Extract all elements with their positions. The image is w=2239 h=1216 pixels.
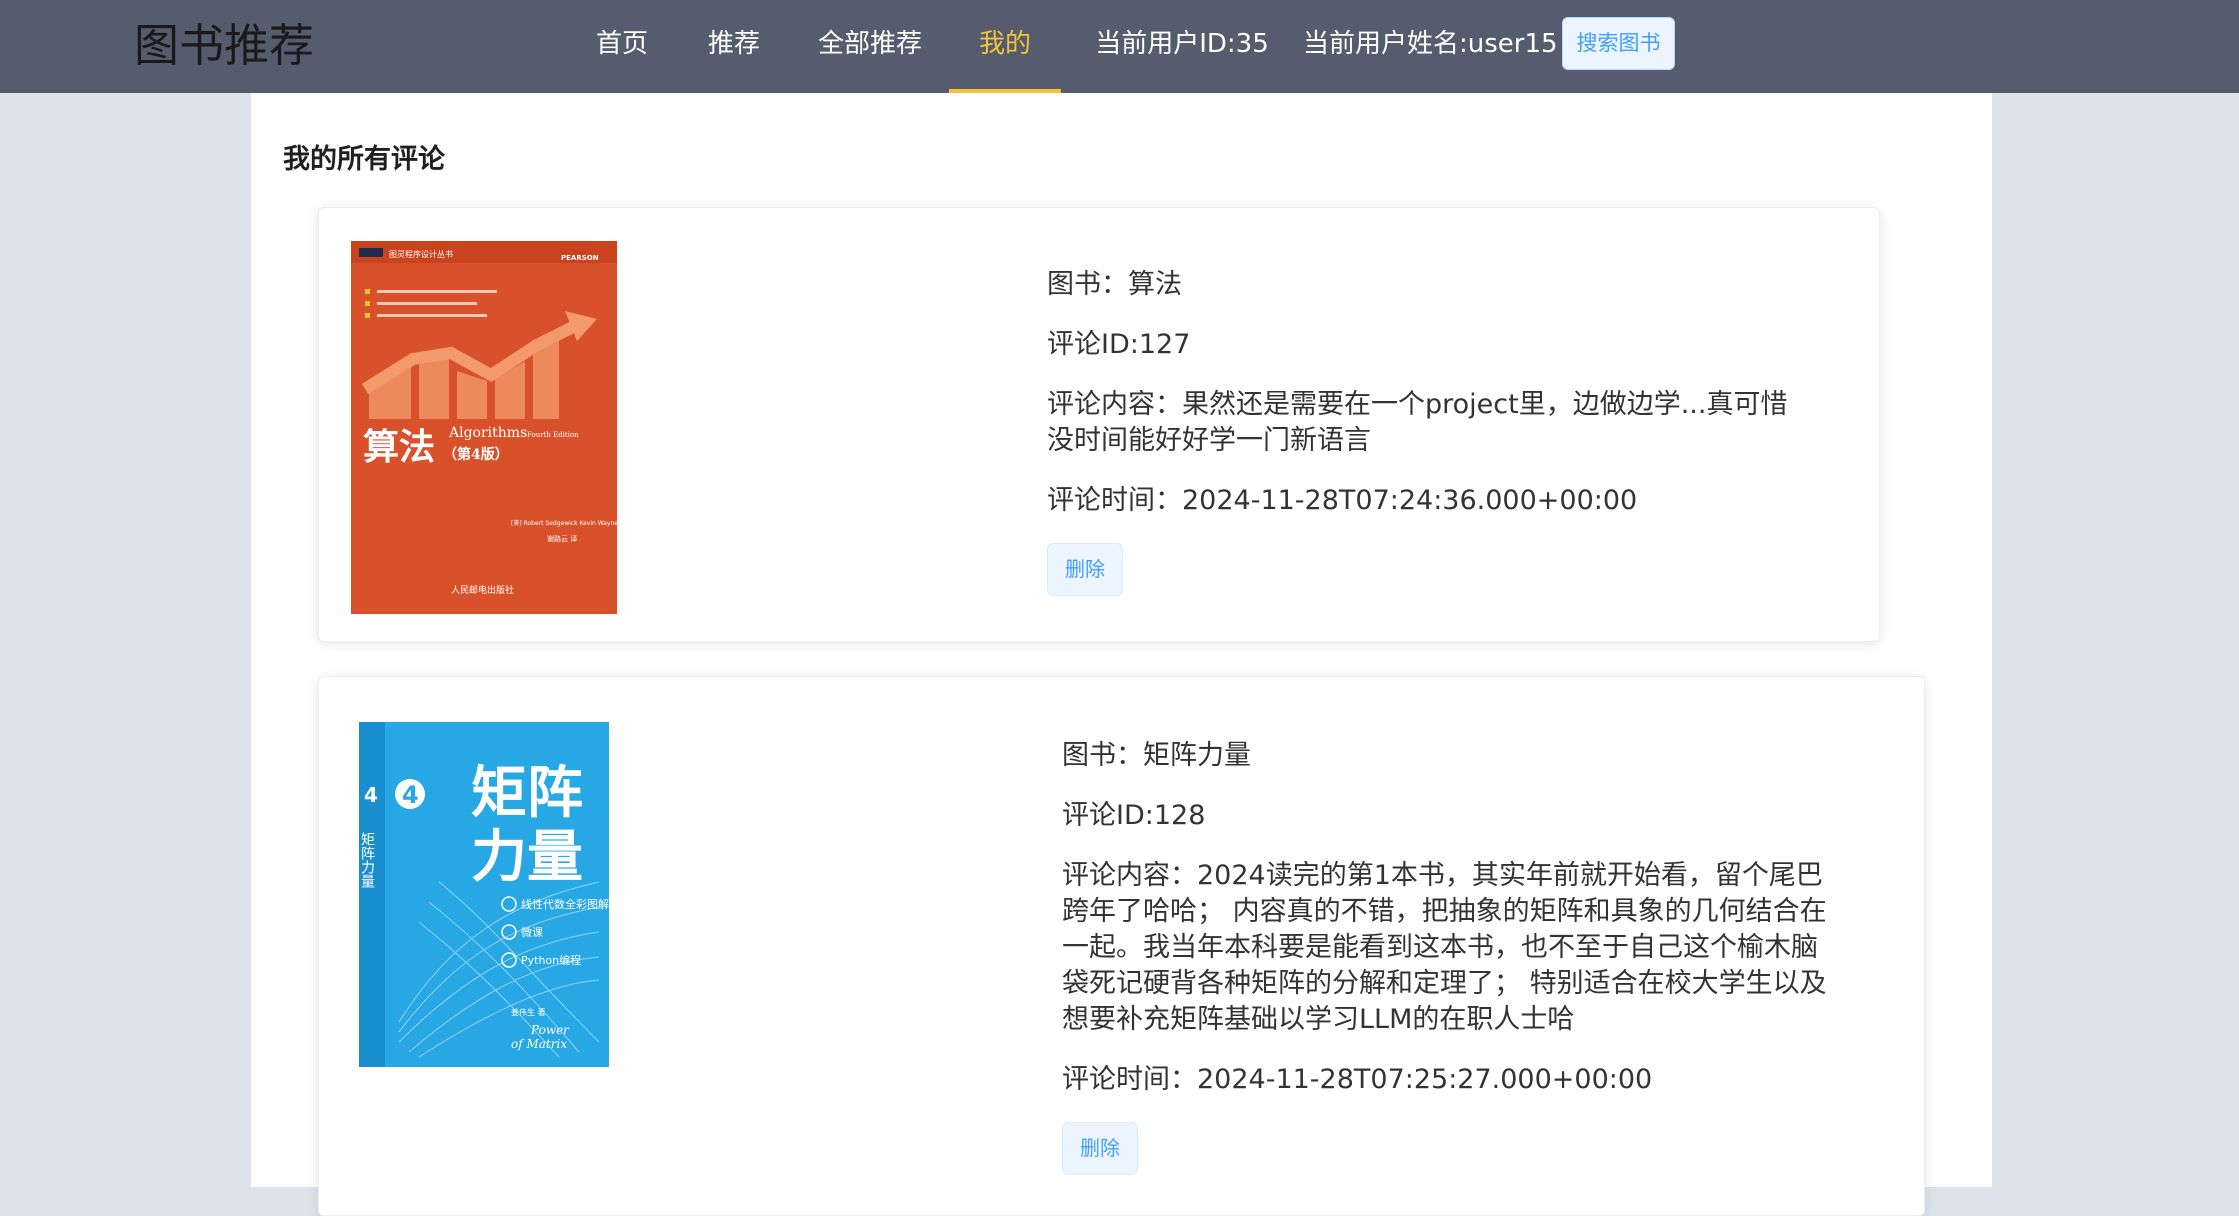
cover-number: 4 [402, 781, 419, 809]
cover-series: 图灵程序设计丛书 [389, 249, 453, 259]
nav-mine[interactable]: 我的 [949, 0, 1061, 93]
cover-title: 算法 [363, 426, 435, 468]
nav-current-user-name[interactable]: 当前用户姓名:user15 [1303, 0, 1558, 93]
cover-authors: [美] Robert Sedgewick Kevin Wayne 著 [511, 519, 617, 527]
brand-title: 图书推荐 [134, 19, 315, 72]
book-cover-power-of-matrix: 4 矩阵力量 4 矩阵 力量 线性代数全彩图解 微课 Python编程 姜伟生 … [359, 722, 609, 1067]
cover-subtitle: Algorithms [448, 425, 527, 441]
cover-feature-1: 线性代数全彩图解 [521, 897, 609, 911]
review-time: 评论时间：2024-11-28T07:24:36.000+00:00 [1047, 485, 1638, 516]
cover-title-line2: 力量 [471, 825, 583, 890]
search-books-button[interactable]: 搜索图书 [1562, 17, 1675, 70]
review-content: 评论内容：果然还是需要在一个project里，边做边学...真可惜没时间能好好学… [1047, 389, 1788, 456]
cover-publisher: 人民邮电出版社 [451, 584, 514, 596]
cover-en-line1: Power [530, 1023, 570, 1037]
delete-review-button[interactable]: 删除 [1062, 1122, 1138, 1175]
nav-home[interactable]: 首页 [580, 0, 664, 93]
review-book-title: 图书：算法 [1047, 269, 1182, 300]
cover-author: 姜伟生 著 [511, 1007, 546, 1017]
cover-feature-2: 微课 [521, 925, 543, 939]
nav-all-recommend[interactable]: 全部推荐 [805, 0, 935, 93]
nav-recommend[interactable]: 推荐 [692, 0, 776, 93]
cover-translator: 谢路云 译 [547, 534, 577, 543]
review-id: 评论ID:128 [1062, 800, 1206, 831]
review-id: 评论ID:127 [1047, 329, 1191, 360]
cover-edition: （第4版） [443, 446, 509, 463]
nav-current-user-id[interactable]: 当前用户ID:35 [1082, 0, 1282, 93]
cover-feature-3: Python编程 [521, 953, 581, 967]
cover-title-line1: 矩阵 [471, 761, 583, 826]
spine-title: 矩阵力量 [359, 832, 375, 888]
review-details: 图书：矩阵力量 评论ID:128 评论内容：2024读完的第1本书，其实年前就开… [1062, 738, 1832, 1175]
review-time: 评论时间：2024-11-28T07:25:27.000+00:00 [1062, 1064, 1653, 1095]
cover-edition-en: Fourth Edition [527, 431, 579, 439]
delete-review-button[interactable]: 删除 [1047, 543, 1123, 596]
spine-number: 4 [364, 783, 378, 807]
book-cover-algorithms: 图灵程序设计丛书 PEARSON 算法 Algorithms Fourth Ed… [351, 241, 617, 614]
cover-en-line2: of Matrix [511, 1037, 567, 1051]
review-card: 图灵程序设计丛书 PEARSON 算法 Algorithms Fourth Ed… [318, 207, 1880, 642]
review-details: 图书：算法 评论ID:127 评论内容：果然还是需要在一个project里，边做… [1047, 267, 1807, 596]
cover-publisher-logo: PEARSON [561, 254, 599, 262]
review-card: 4 矩阵力量 4 矩阵 力量 线性代数全彩图解 微课 Python编程 姜伟生 … [318, 676, 1925, 1216]
page-title: 我的所有评论 [283, 144, 445, 175]
top-nav-bar: 图书推荐 首页 推荐 全部推荐 我的 当前用户ID:35 当前用户姓名:user… [0, 0, 2239, 93]
review-content: 评论内容：2024读完的第1本书，其实年前就开始看，留个尾巴跨年了哈哈； 内容真… [1062, 860, 1827, 1035]
review-book-title: 图书：矩阵力量 [1062, 740, 1251, 771]
